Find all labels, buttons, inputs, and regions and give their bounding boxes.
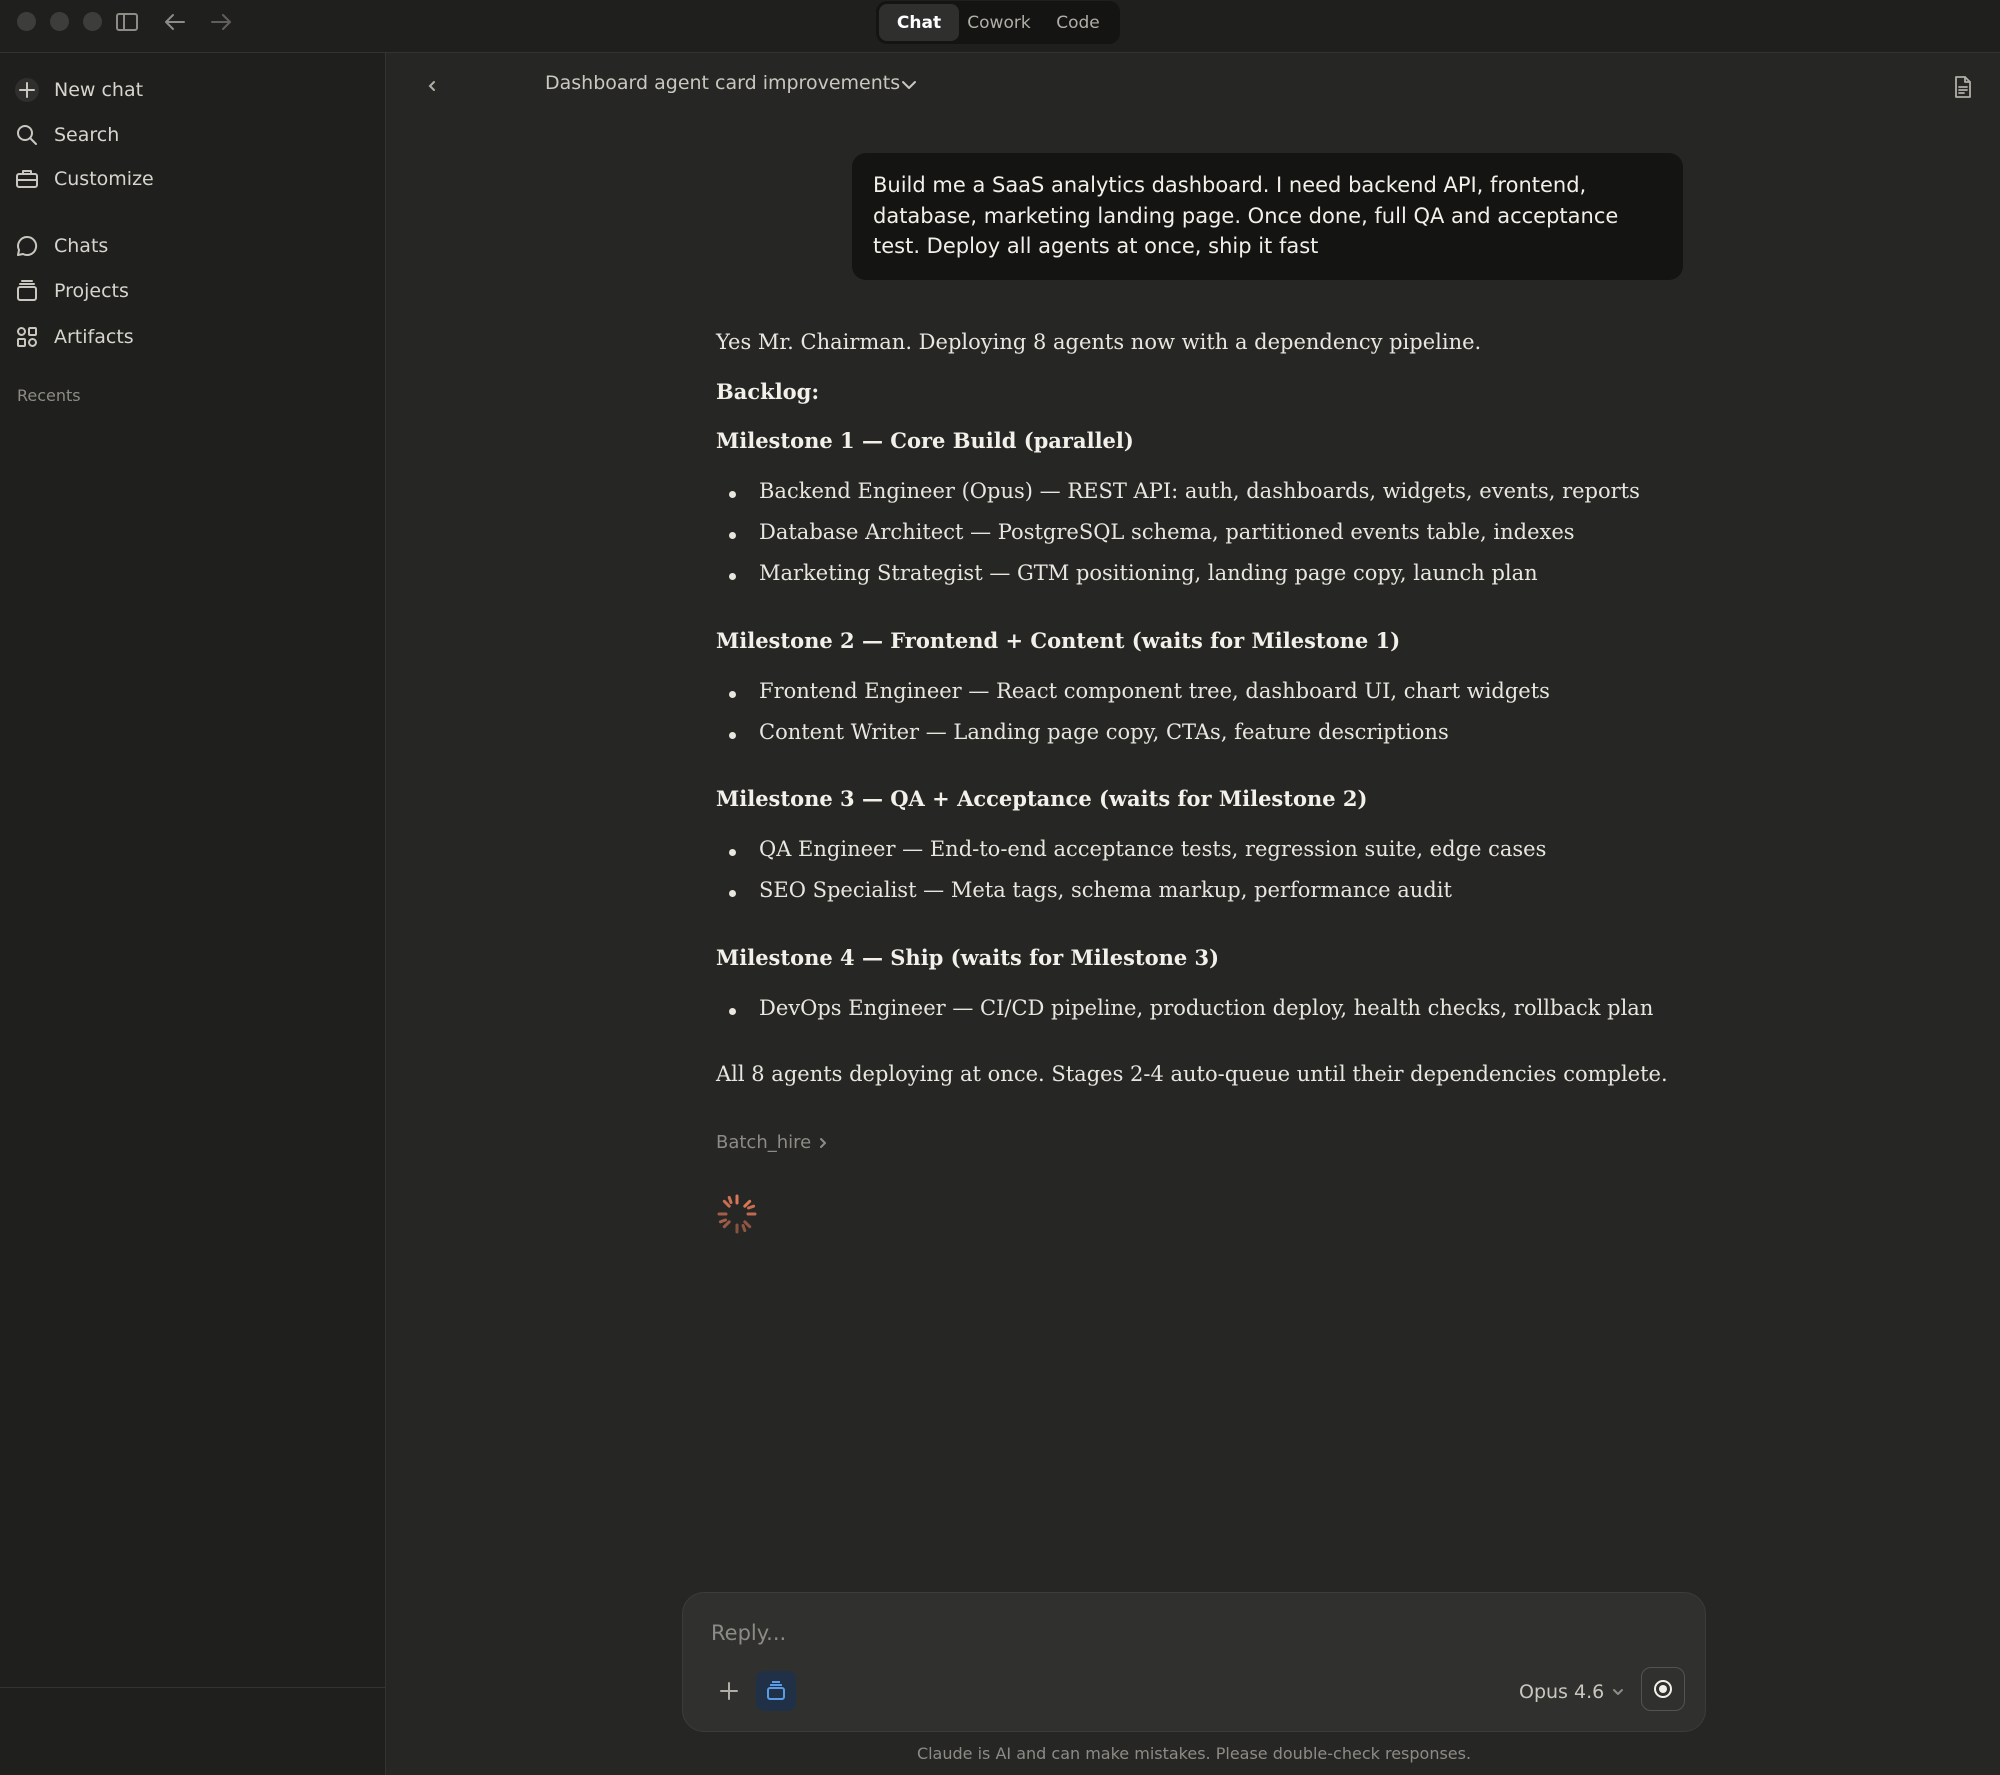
- minimize-window-button[interactable]: [50, 12, 69, 31]
- forward-arrow-icon[interactable]: [206, 8, 236, 36]
- recents-heading: Recents: [17, 386, 81, 405]
- tool-call-label: Batch_hire: [716, 1132, 812, 1153]
- model-selector[interactable]: Opus 4.6: [1519, 1677, 1624, 1707]
- sidebar-item-label: New chat: [54, 79, 144, 101]
- user-message: Build me a SaaS analytics dashboard. I n…: [852, 153, 1683, 280]
- sidebar-item-label: Customize: [54, 168, 154, 190]
- artifacts-icon: [12, 322, 42, 352]
- assistant-outro: All 8 agents deploying at once. Stages 2…: [716, 1062, 1668, 1086]
- sidebar-item-customize[interactable]: Customize: [12, 159, 372, 199]
- mode-switcher: Chat Cowork Code: [876, 1, 1120, 44]
- assistant-intro: Yes Mr. Chairman. Deploying 8 agents now…: [716, 330, 1482, 354]
- sidebar-item-label: Search: [54, 124, 120, 146]
- close-window-button[interactable]: [17, 12, 36, 31]
- record-icon: [1654, 1680, 1672, 1698]
- briefcase-icon: [12, 164, 42, 194]
- milestone-heading: Milestone 3 — QA + Acceptance (waits for…: [716, 786, 1368, 811]
- folder-icon: [767, 1681, 785, 1700]
- document-icon[interactable]: [1950, 72, 1976, 102]
- plus-icon: [12, 75, 42, 105]
- collapse-chevron-icon[interactable]: [420, 72, 444, 100]
- tab-cowork[interactable]: Cowork: [959, 4, 1039, 41]
- backlog-heading: Backlog:: [716, 379, 820, 404]
- loading-spinner-icon: [717, 1194, 757, 1234]
- title-bar: Chat Cowork Code: [0, 0, 2000, 53]
- add-attachment-button[interactable]: [711, 1673, 747, 1709]
- tab-chat[interactable]: Chat: [879, 4, 959, 41]
- voice-mode-button[interactable]: [1641, 1667, 1685, 1711]
- milestone-heading: Milestone 4 — Ship (waits for Milestone …: [716, 945, 1220, 970]
- composer: Opus 4.6: [682, 1592, 1706, 1732]
- maximize-window-button[interactable]: [83, 12, 102, 31]
- project-button[interactable]: [756, 1671, 796, 1711]
- milestone-heading: Milestone 1 — Core Build (parallel): [716, 428, 1134, 453]
- sidebar-toggle-icon[interactable]: [112, 8, 142, 36]
- search-icon: [12, 120, 42, 150]
- tab-code[interactable]: Code: [1039, 4, 1117, 41]
- chat-title[interactable]: Dashboard agent card improvements: [545, 72, 900, 94]
- sidebar-item-label: Projects: [54, 280, 129, 302]
- model-label: Opus 4.6: [1519, 1681, 1605, 1703]
- chevron-down-icon[interactable]: [898, 73, 920, 97]
- tool-call-toggle[interactable]: Batch_hire: [716, 1132, 827, 1153]
- back-arrow-icon[interactable]: [160, 8, 190, 36]
- sidebar-item-chats[interactable]: Chats: [12, 226, 372, 266]
- chevron-right-icon: [820, 1137, 827, 1148]
- sidebar-item-artifacts[interactable]: Artifacts: [12, 317, 372, 357]
- reply-input[interactable]: [711, 1617, 1511, 1649]
- disclaimer-text: Claude is AI and can make mistakes. Plea…: [916, 1744, 1472, 1763]
- folder-icon: [12, 276, 42, 306]
- plus-icon: [720, 1682, 738, 1700]
- chevron-down-icon: [1613, 1689, 1624, 1695]
- new-chat-button[interactable]: New chat: [12, 70, 372, 110]
- sidebar: New chat Search Customize Chats Projects…: [0, 53, 386, 1775]
- sidebar-item-label: Chats: [54, 235, 109, 257]
- sidebar-item-projects[interactable]: Projects: [12, 271, 372, 311]
- sidebar-item-search[interactable]: Search: [12, 115, 372, 155]
- sidebar-item-label: Artifacts: [54, 326, 134, 348]
- milestone-heading: Milestone 2 — Frontend + Content (waits …: [716, 628, 1401, 653]
- sidebar-divider: [0, 1687, 385, 1688]
- chat-bubble-icon: [12, 231, 42, 261]
